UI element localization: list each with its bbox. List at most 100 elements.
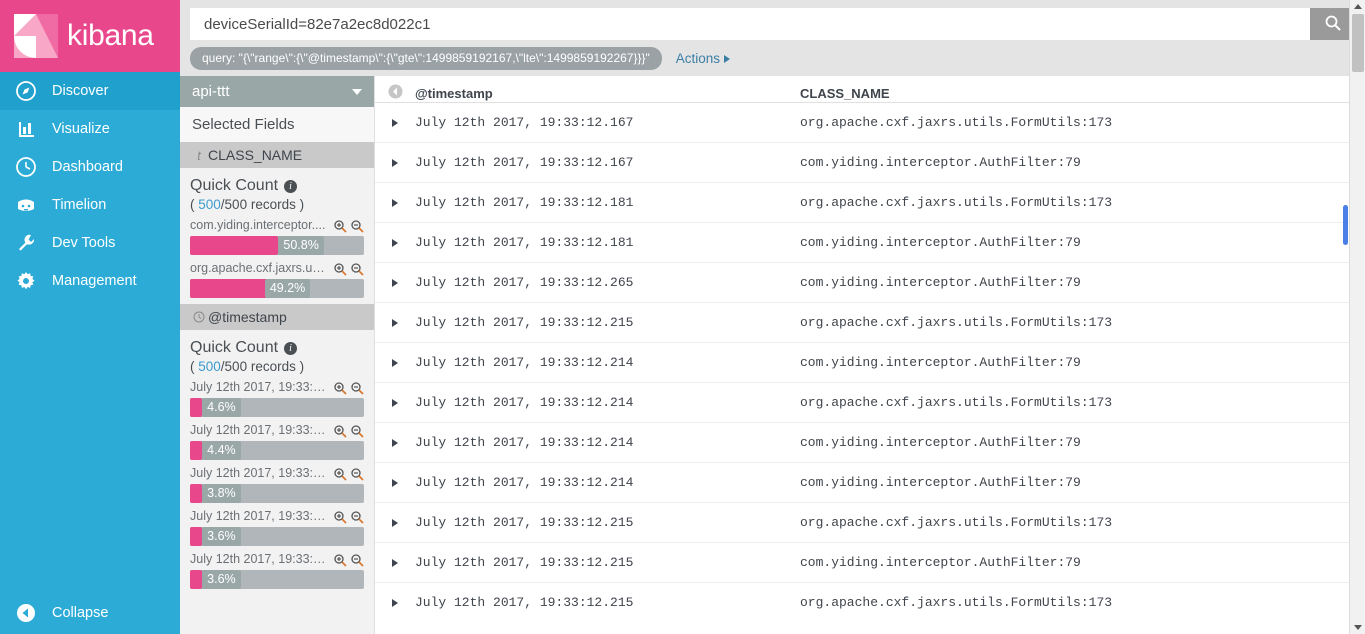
bucket-item: July 12th 2017, 19:33:12.... 3.6% bbox=[190, 509, 364, 546]
bucket-label: July 12th 2017, 19:33:12.... bbox=[190, 509, 326, 523]
magnifier-minus-icon[interactable] bbox=[350, 424, 364, 438]
index-pattern-selector[interactable]: api-ttt bbox=[180, 76, 374, 107]
sidebar-item-visualize[interactable]: Visualize bbox=[0, 110, 180, 148]
field-item-label: @timestamp bbox=[208, 309, 287, 325]
sidebar-item-dashboard[interactable]: Dashboard bbox=[0, 148, 180, 186]
magnifier-minus-icon[interactable] bbox=[350, 553, 364, 567]
table-row[interactable]: July 12th 2017, 19:33:12.215 org.apache.c… bbox=[375, 582, 1365, 622]
field-item-timestamp[interactable]: @timestamp bbox=[180, 304, 374, 330]
magnifier-plus-icon[interactable] bbox=[333, 262, 347, 276]
cell-timestamp: July 12th 2017, 19:33:12.167 bbox=[415, 155, 634, 170]
sidebar-item-management[interactable]: Management bbox=[0, 262, 180, 300]
filter-pill-query[interactable]: query: "{\"range\":{\"@timestamp\":{\"gt… bbox=[190, 47, 662, 70]
scroll-up-arrow-icon[interactable] bbox=[1354, 4, 1362, 9]
table-row[interactable]: July 12th 2017, 19:33:12.214 org.apache.c… bbox=[375, 382, 1365, 422]
collapse-nav-button[interactable]: Collapse bbox=[0, 592, 180, 634]
info-icon[interactable]: i bbox=[284, 341, 298, 355]
expand-row-button[interactable] bbox=[375, 598, 415, 607]
bucket-bar-track: 3.6% bbox=[190, 527, 364, 546]
column-header-class-name[interactable]: CLASS_NAME bbox=[800, 86, 1365, 101]
field-item-label: CLASS_NAME bbox=[208, 147, 303, 163]
sidebar-item-label: Visualize bbox=[52, 121, 110, 137]
records-count[interactable]: 500 bbox=[198, 359, 221, 374]
bucket-filter-icons bbox=[333, 262, 364, 276]
magnifier-plus-icon[interactable] bbox=[333, 219, 347, 233]
sidebar-item-label: Dev Tools bbox=[52, 235, 116, 251]
caret-right-icon bbox=[392, 238, 398, 247]
table-row[interactable]: July 12th 2017, 19:33:12.215 org.apache.c… bbox=[375, 502, 1365, 542]
table-row[interactable]: July 12th 2017, 19:33:12.181 org.apache.c… bbox=[375, 182, 1365, 222]
magnifier-minus-icon[interactable] bbox=[350, 381, 364, 395]
expand-row-button[interactable] bbox=[375, 118, 415, 127]
search-input[interactable] bbox=[190, 8, 1310, 40]
cell-timestamp: July 12th 2017, 19:33:12.214 bbox=[415, 475, 634, 490]
cell-class-name: com.yiding.interceptor.AuthFilter:79 bbox=[800, 275, 1081, 290]
bucket-item: July 12th 2017, 19:33:12.... 3.8% bbox=[190, 466, 364, 503]
expand-row-button[interactable] bbox=[375, 238, 415, 247]
cell-timestamp: July 12th 2017, 19:33:12.181 bbox=[415, 235, 634, 250]
scroll-down-arrow-icon[interactable] bbox=[1354, 625, 1362, 630]
sidebar-item-dev-tools[interactable]: Dev Tools bbox=[0, 224, 180, 262]
magnifier-plus-icon[interactable] bbox=[333, 553, 347, 567]
table-row[interactable]: July 12th 2017, 19:33:12.214 com.yiding.i… bbox=[375, 462, 1365, 502]
field-item-class-name[interactable]: t CLASS_NAME bbox=[180, 142, 374, 168]
bucket-bar-fill bbox=[190, 236, 279, 255]
bucket-percent-label: 3.8% bbox=[202, 484, 241, 503]
bucket-filter-icons bbox=[333, 553, 364, 567]
cell-class-name: org.apache.cxf.jaxrs.utils.FormUtils:173 bbox=[800, 595, 1113, 610]
sidebar-item-discover[interactable]: Discover bbox=[0, 72, 180, 110]
table-row[interactable]: July 12th 2017, 19:33:12.214 com.yiding.i… bbox=[375, 422, 1365, 462]
table-row[interactable]: July 12th 2017, 19:33:12.215 com.yiding.i… bbox=[375, 542, 1365, 582]
expand-row-button[interactable] bbox=[375, 318, 415, 327]
magnifier-minus-icon[interactable] bbox=[350, 262, 364, 276]
collapse-sidebar-button[interactable] bbox=[375, 84, 415, 102]
table-row[interactable]: July 12th 2017, 19:33:12.167 com.yiding.i… bbox=[375, 142, 1365, 182]
expand-row-button[interactable] bbox=[375, 398, 415, 407]
page-scrollbar[interactable] bbox=[1349, 0, 1365, 634]
bucket-label: July 12th 2017, 19:33:12.... bbox=[190, 380, 326, 394]
sidebar-item-timelion[interactable]: Timelion bbox=[0, 186, 180, 224]
query-bar-area: query: "{\"range\":{\"@timestamp\":{\"gt… bbox=[180, 0, 1365, 76]
table-row[interactable]: July 12th 2017, 19:33:12.181 com.yiding.i… bbox=[375, 222, 1365, 262]
bucket-filter-icons bbox=[333, 381, 364, 395]
magnifier-minus-icon[interactable] bbox=[350, 467, 364, 481]
cell-class-name: org.apache.cxf.jaxrs.utils.FormUtils:173 bbox=[800, 395, 1113, 410]
expand-row-button[interactable] bbox=[375, 158, 415, 167]
expand-row-button[interactable] bbox=[375, 478, 415, 487]
arrow-left-circle-icon bbox=[0, 603, 52, 623]
caret-right-icon bbox=[392, 198, 398, 207]
bucket-head: July 12th 2017, 19:33:12.... bbox=[190, 466, 364, 481]
caret-right-icon bbox=[392, 398, 398, 407]
records-count[interactable]: 500 bbox=[198, 197, 221, 212]
info-icon[interactable]: i bbox=[284, 179, 298, 193]
magnifier-minus-icon[interactable] bbox=[350, 510, 364, 524]
column-header-timestamp[interactable]: @timestamp bbox=[415, 86, 800, 101]
expand-row-button[interactable] bbox=[375, 438, 415, 447]
wrench-icon bbox=[0, 232, 52, 254]
cell-class-name: com.yiding.interceptor.AuthFilter:79 bbox=[800, 435, 1081, 450]
cell-timestamp: July 12th 2017, 19:33:12.215 bbox=[415, 515, 634, 530]
magnifier-minus-icon[interactable] bbox=[350, 219, 364, 233]
magnifier-plus-icon[interactable] bbox=[333, 381, 347, 395]
clock-field-icon bbox=[190, 311, 208, 323]
table-row[interactable]: July 12th 2017, 19:33:12.265 com.yiding.i… bbox=[375, 262, 1365, 302]
cell-class-name: org.apache.cxf.jaxrs.utils.FormUtils:173 bbox=[800, 115, 1113, 130]
expand-row-button[interactable] bbox=[375, 518, 415, 527]
cell-timestamp: July 12th 2017, 19:33:12.215 bbox=[415, 315, 634, 330]
table-row[interactable]: July 12th 2017, 19:33:12.215 org.apache.c… bbox=[375, 302, 1365, 342]
table-row[interactable]: July 12th 2017, 19:33:12.214 com.yiding.i… bbox=[375, 342, 1365, 382]
expand-row-button[interactable] bbox=[375, 558, 415, 567]
kibana-logo[interactable]: kibana bbox=[0, 0, 180, 72]
bar-chart-icon bbox=[0, 118, 52, 140]
table-row[interactable]: July 12th 2017, 19:33:12.167 org.apache.c… bbox=[375, 102, 1365, 142]
expand-row-button[interactable] bbox=[375, 278, 415, 287]
filter-actions-button[interactable]: Actions bbox=[676, 51, 731, 66]
expand-row-button[interactable] bbox=[375, 358, 415, 367]
inner-scrollbar-thumb[interactable] bbox=[1343, 205, 1348, 245]
page-scrollbar-thumb[interactable] bbox=[1352, 14, 1364, 72]
magnifier-plus-icon[interactable] bbox=[333, 467, 347, 481]
magnifier-plus-icon[interactable] bbox=[333, 424, 347, 438]
expand-row-button[interactable] bbox=[375, 198, 415, 207]
magnifier-plus-icon[interactable] bbox=[333, 510, 347, 524]
caret-right-icon bbox=[392, 318, 398, 327]
